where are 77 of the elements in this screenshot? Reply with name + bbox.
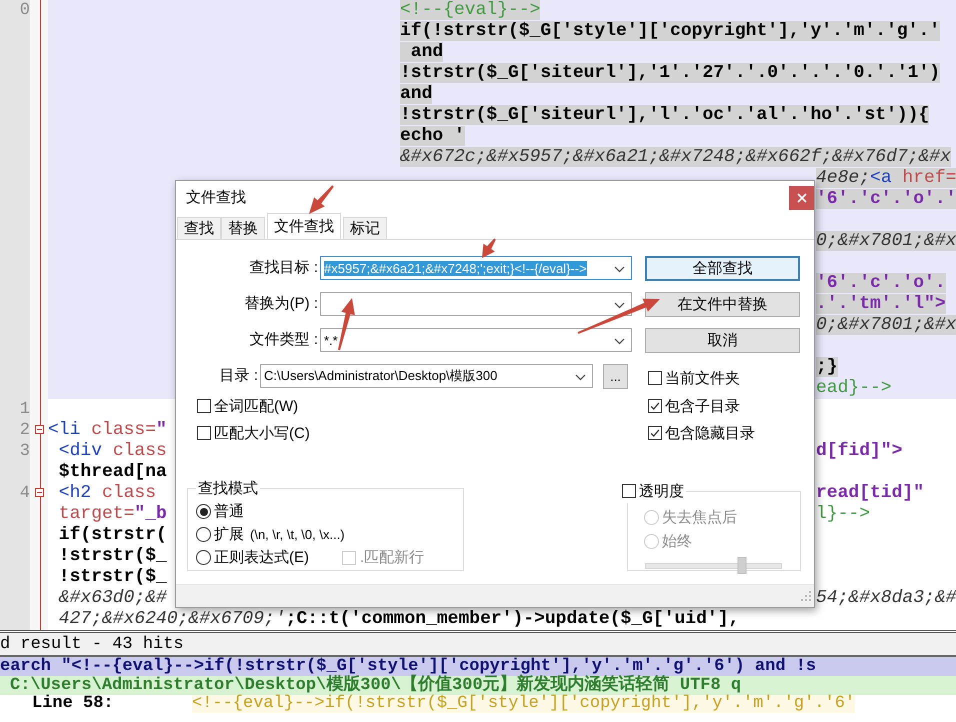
chevron-down-icon [575, 374, 586, 380]
code-fragment: 0;&#x7801;&#x [816, 231, 956, 251]
code-line: if(strstr( [58, 525, 167, 545]
dialog-tab[interactable]: 标记 [343, 217, 387, 239]
combo-box[interactable] [320, 292, 632, 316]
dialog-tab[interactable]: 替换 [221, 217, 265, 239]
dialog-tab[interactable]: 查找 [177, 217, 221, 239]
line-number: 1 [20, 400, 30, 419]
field-label: 目录 : [218, 366, 259, 386]
checkbox[interactable] [648, 371, 662, 385]
code-fragment: 0;&#x7801;&#x [816, 315, 956, 335]
chevron-down-icon [614, 302, 625, 308]
checkbox[interactable] [197, 399, 211, 413]
annotation-arrow [482, 238, 496, 258]
checkbox-label[interactable]: 包含子目录 [665, 396, 740, 416]
result-file-path[interactable]: C:\Users\Administrator\Desktop\模版300\【价值300元】新发现内涵笑话轻简 UTF8 q [0, 676, 956, 695]
field-label: 文件类型 : [248, 330, 319, 350]
checkbox[interactable] [648, 399, 662, 413]
code-line: !strstr($_ [58, 546, 167, 566]
checkbox-label[interactable]: 包含隐藏目录 [665, 424, 755, 442]
dialog-tab[interactable]: 文件查找 [267, 213, 341, 239]
line-number: 4 [20, 484, 30, 503]
line-number: 2 [20, 421, 30, 440]
checkbox[interactable] [648, 426, 662, 440]
radio-label[interactable]: 扩展 [214, 525, 244, 544]
checkbox-label[interactable]: 当前文件夹 [665, 368, 740, 388]
annotation-arrow [338, 298, 355, 350]
checkbox-label[interactable]: 匹配大小写(C) [214, 424, 310, 442]
collapse-icon[interactable] [35, 488, 44, 497]
opacity-slider[interactable] [645, 557, 782, 573]
code-line: 427;&#x6240;&#x6709;';C::t('common_member')->update($_G['uid'], [58, 609, 740, 629]
annotation-arrow [309, 185, 334, 214]
close-icon [796, 193, 806, 203]
combo-box[interactable]: C:\Users\Administrator\Desktop\模版300 [260, 364, 593, 388]
radio-button[interactable] [196, 504, 211, 519]
chevron-down-icon [614, 266, 625, 272]
radio-button[interactable] [196, 550, 211, 565]
radio-hint: (\n, \r, \t, \0, \x...) [250, 527, 345, 542]
code-fragment: d[fid]"> [816, 441, 902, 461]
line-number: 0 [20, 1, 30, 20]
checkbox[interactable] [197, 426, 211, 440]
code-line: !strstr($_ [58, 567, 167, 587]
combo-box[interactable]: *.* [320, 328, 632, 352]
group-title: 查找模式 [197, 479, 259, 498]
code-fragment: l}--> [816, 504, 870, 524]
dialog-button[interactable]: 全部查找 [645, 256, 800, 281]
code-fragment: ead}--> [816, 378, 892, 398]
browse-button[interactable]: ... [603, 364, 628, 389]
result-line-label[interactable]: Line 58: [32, 695, 192, 713]
code-fragment: 4e8e;<a href= [816, 168, 956, 188]
checkbox[interactable] [622, 484, 636, 498]
collapse-icon[interactable] [35, 425, 44, 434]
code-line: <!--{eval}--> [400, 0, 540, 20]
dialog-title: 文件查找 [186, 188, 246, 207]
chevron-down-icon [614, 338, 625, 344]
code-line: <li class=" [48, 420, 167, 440]
code-fragment: ;} [816, 357, 838, 377]
radio-label[interactable]: 普通 [214, 502, 244, 521]
radio-label[interactable]: 正则表达式(E) [214, 548, 309, 567]
code-line: <h2 class [58, 483, 156, 503]
checkbox-label[interactable]: 透明度 [639, 482, 684, 500]
close-button[interactable] [789, 186, 814, 210]
code-line: &#x63d0;&# [58, 588, 167, 608]
code-line: &#x672c;&#x5957;&#x6a21;&#x7248;&#x662f;&#x76d7;&#x [400, 147, 951, 167]
radio-button[interactable] [196, 527, 211, 542]
code-line: <div class [58, 441, 167, 461]
checkbox-label[interactable]: 全词匹配(W) [214, 396, 298, 416]
resize-grip-icon[interactable] [800, 590, 812, 602]
results-panel-title: d result - 43 hits [0, 633, 956, 657]
field-label: 替换为(P) : [244, 294, 319, 314]
code-line: target="_b [58, 504, 167, 524]
line-number: 3 [20, 442, 30, 461]
field-label: 查找目标 : [248, 258, 319, 278]
dialog-button[interactable]: 取消 [645, 328, 800, 353]
code-line: $thread[na [58, 462, 167, 482]
code-fragment: read[tid]" [816, 483, 924, 503]
dialog-button[interactable]: 在文件中替换 [645, 292, 800, 317]
